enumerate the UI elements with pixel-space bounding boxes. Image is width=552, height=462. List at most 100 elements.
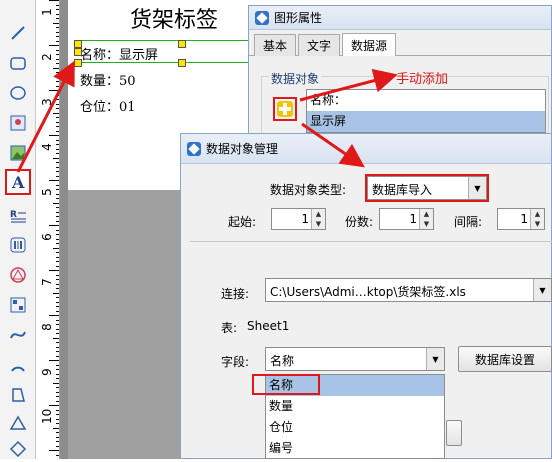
name-field-text[interactable]: 名称：显示屏: [80, 44, 158, 63]
window-titlebar[interactable]: 图形属性: [249, 6, 551, 30]
ruler-tick: [56, 400, 59, 402]
richtext-tool-icon[interactable]: R: [5, 203, 31, 229]
resize-handle[interactable]: [74, 48, 82, 56]
arc-tool-icon[interactable]: [5, 352, 31, 378]
field-select-value: 名称: [270, 354, 295, 368]
ruler-tick: [49, 0, 59, 1]
ruler-tick: [49, 45, 59, 46]
copies-stepper[interactable]: 1 ▲ ▼: [379, 208, 434, 230]
resize-handle[interactable]: [178, 59, 186, 67]
ruler-tick: [56, 211, 59, 213]
picture-tool-icon[interactable]: [5, 140, 31, 166]
highlight-box: [365, 174, 489, 202]
location-field-text[interactable]: 仓位：01: [80, 96, 136, 115]
dialog-title: 数据对象管理: [206, 142, 279, 156]
add-data-object-button[interactable]: [273, 97, 297, 121]
selection-guide: [74, 62, 248, 63]
ruler-tick: [56, 288, 59, 289]
triangle-tool-icon[interactable]: [5, 410, 31, 436]
ruler-tick: [56, 441, 59, 442]
barcode-tool-icon[interactable]: [5, 232, 31, 258]
ruler-number: 2: [40, 53, 54, 61]
stepper-arrows[interactable]: ▲ ▼: [530, 209, 544, 229]
ruler-tick: [56, 148, 59, 150]
ruler-tick: [56, 445, 59, 447]
ruler-tick: [49, 135, 59, 136]
ruler-tick: [56, 234, 59, 235]
chevron-down-icon[interactable]: ▼: [426, 348, 444, 370]
connection-select[interactable]: C:\Users\Admi…ktop\货架标签.xls ▼: [265, 278, 552, 302]
line-tool-icon[interactable]: [5, 20, 31, 46]
ruler-tick: [56, 99, 59, 100]
ruler-tick: [56, 162, 59, 163]
data-object-list[interactable]: 名称： 显示屏: [306, 89, 546, 133]
tab-text[interactable]: 文字: [298, 34, 341, 56]
dropdown-option[interactable]: 数量: [266, 396, 444, 417]
ruler-tick: [56, 364, 59, 366]
quantity-field-text[interactable]: 数量：50: [80, 70, 136, 89]
ruler-tick: [56, 49, 59, 51]
field-select[interactable]: 名称 ▼: [265, 347, 445, 371]
start-stepper[interactable]: 1 ▲ ▼: [271, 208, 326, 230]
list-item-selected[interactable]: 显示屏: [307, 111, 545, 132]
dropdown-option[interactable]: 编号: [266, 438, 444, 459]
vertical-ruler: 1 2 3 4 5 6 7 8 9 10: [36, 0, 60, 459]
ruler-number: 5: [40, 188, 54, 196]
partial-button[interactable]: [446, 420, 462, 446]
ruler-number: 9: [40, 368, 54, 376]
curve-tool-icon[interactable]: [5, 322, 31, 348]
image-tool-icon[interactable]: [5, 110, 31, 136]
stepper-arrows[interactable]: ▲ ▼: [419, 209, 433, 229]
ruler-tick: [53, 247, 59, 249]
ruler-tick: [56, 333, 59, 334]
ruler-tick: [56, 279, 59, 280]
ruler-number: 3: [40, 98, 54, 106]
ruler-tick: [53, 22, 59, 24]
ruler-tick: [49, 360, 59, 361]
rectangle-tool-icon[interactable]: [5, 50, 31, 76]
list-item[interactable]: 名称：: [307, 90, 545, 111]
start-label: 起始:: [228, 215, 257, 229]
label-title-text[interactable]: 货架标签: [130, 2, 218, 34]
ruler-tick: [56, 63, 59, 64]
qrcode-tool-icon[interactable]: [5, 292, 31, 318]
ruler-tick: [56, 126, 59, 127]
ruler-tick: [49, 180, 59, 181]
ruler-tick: [56, 454, 59, 456]
tab-datasource[interactable]: 数据源: [342, 33, 397, 56]
start-value: 1: [301, 212, 309, 226]
ruler-tick: [56, 81, 59, 82]
diamond-tool-icon[interactable]: [5, 436, 31, 462]
data-object-group-label: 数据对象: [269, 70, 322, 87]
shape-tool-icon[interactable]: [5, 262, 31, 288]
text-tool-icon[interactable]: A: [5, 169, 31, 195]
ruler-tick: [56, 193, 59, 195]
resize-handle[interactable]: [178, 40, 186, 48]
highlight-box: [252, 374, 320, 395]
database-settings-button[interactable]: 数据库设置: [458, 346, 552, 372]
ruler-tick: [56, 436, 59, 438]
ruler-tick: [56, 40, 59, 42]
ellipse-tool-icon[interactable]: [5, 80, 31, 106]
tab-basic[interactable]: 基本: [254, 34, 297, 56]
ruler-tick: [56, 414, 59, 415]
ruler-tick: [53, 337, 59, 339]
ruler-tick: [56, 346, 59, 348]
ruler-tick: [56, 324, 59, 325]
ruler-tick: [56, 391, 59, 393]
ruler-number: 7: [40, 278, 54, 286]
ruler-tick: [56, 328, 59, 330]
app-icon: [255, 10, 269, 25]
ruler-tick: [56, 301, 59, 303]
chevron-down-icon[interactable]: ▼: [533, 279, 551, 301]
dropdown-option[interactable]: 仓位: [266, 417, 444, 438]
ruler-tick: [56, 103, 59, 105]
polygon-tool-icon[interactable]: [5, 382, 31, 408]
dialog-titlebar[interactable]: 数据对象管理: [181, 134, 551, 164]
resize-handle[interactable]: [74, 59, 82, 67]
interval-stepper[interactable]: 1 ▲ ▼: [497, 208, 545, 230]
ruler-tick: [56, 94, 59, 96]
ruler-tick: [56, 31, 59, 33]
resize-handle[interactable]: [74, 40, 82, 48]
stepper-arrows[interactable]: ▲ ▼: [311, 209, 325, 229]
